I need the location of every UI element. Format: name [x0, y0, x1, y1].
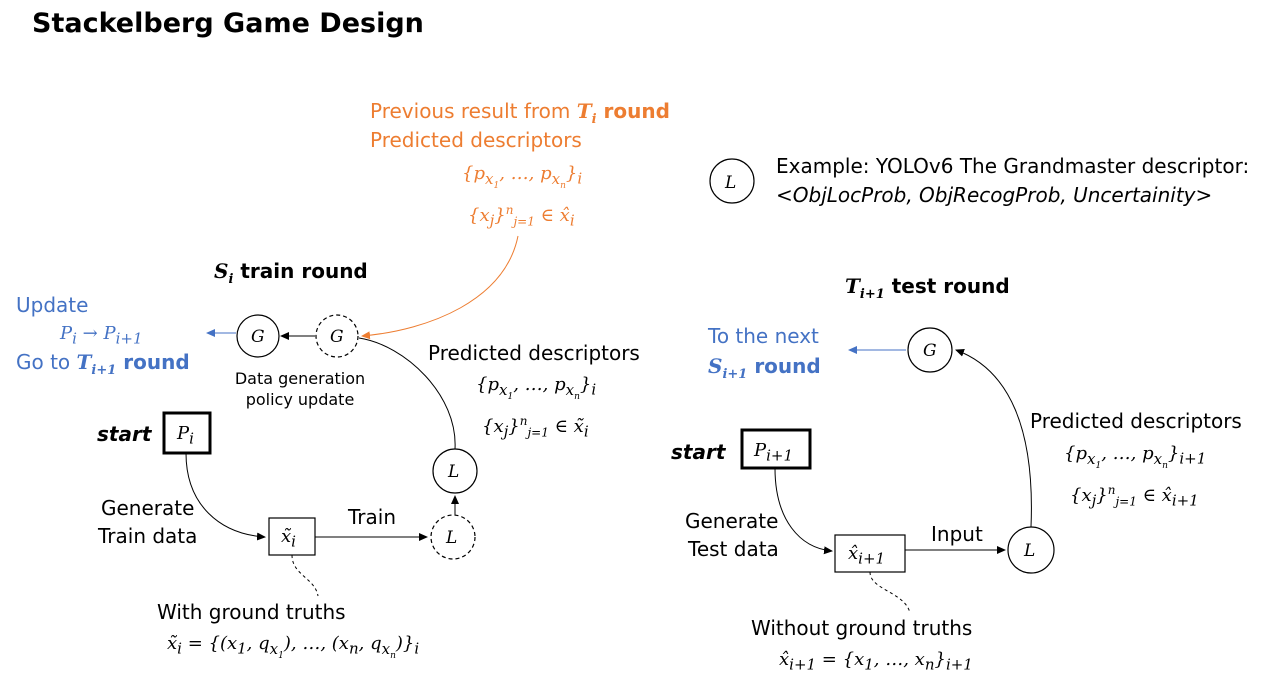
arrow-l-to-g-test [955, 349, 1032, 528]
previous-sample-set: {xj}nj=1 ∈ x̂i [468, 203, 575, 230]
train-data-label: Train data [98, 524, 198, 548]
test-x-box-label: x̂i+1 [848, 543, 886, 568]
test-ground-truth-pointer [869, 571, 911, 614]
test-g-node-label: G [923, 341, 937, 361]
train-ground-truth-formula: x̃i = {(x1, qx1), …, (xn, qxn)}i [167, 633, 420, 661]
train-generate-label: Generate [101, 496, 195, 520]
train-x-box-label: x̃i [281, 526, 296, 551]
test-ground-truth-label: Without ground truths [751, 616, 973, 640]
test-predicted-descriptors-label: Predicted descriptors [1030, 409, 1242, 433]
test-data-label: Test data [688, 537, 779, 561]
train-ground-truth-pointer [291, 554, 319, 597]
next-round-label: To the next [708, 324, 819, 348]
test-l-node-label: L [1024, 541, 1036, 561]
goto-test-round: Go to Ti+1 round [16, 350, 190, 378]
train-g-node-label: G [251, 327, 265, 347]
train-start-label: start [97, 422, 152, 446]
stackelberg-diagram: Stackelberg Game Design Previous result … [0, 0, 1281, 677]
legend-descriptor-tuple: <ObjLocProb, ObjRecogProb, Uncertainity> [776, 183, 1213, 207]
previous-descriptor-set: {px1, …, pxn}i [462, 163, 583, 191]
train-edge-label: Train [348, 505, 396, 529]
test-edge-label: Input [931, 522, 983, 546]
update-formula: Pi → Pi+1 [60, 323, 143, 348]
train-ground-truth-label: With ground truths [157, 600, 346, 624]
train-g-dashed-node-label: G [330, 327, 344, 347]
test-round-heading: Ti+1 test round [845, 274, 1010, 302]
legend-l-node-label: L [725, 173, 737, 193]
update-label: Update [16, 293, 89, 317]
test-p-box-label: Pi+1 [754, 440, 794, 465]
train-predicted-sample-set: {xj}nj=1 ∈ x̃i [482, 414, 589, 441]
train-l-dashed-node-label: L [446, 528, 458, 548]
test-generate-label: Generate [685, 509, 779, 533]
train-l-node-label: L [448, 462, 460, 482]
previous-result-subheading: Predicted descriptors [370, 128, 582, 152]
legend-example-text: Example: YOLOv6 The Grandmaster descript… [776, 154, 1250, 178]
arrow-previous-result [361, 235, 519, 340]
train-p-box-label: Pi [177, 423, 194, 448]
train-round-heading: Si train round [214, 259, 368, 287]
train-predicted-descriptors-label: Predicted descriptors [428, 341, 640, 365]
train-predicted-descriptor-set: {px1, …, pxn}i [476, 374, 597, 402]
arrow-p-to-x-train [185, 452, 266, 541]
arrow-p-to-x-test [774, 467, 833, 555]
policy-update-label: Data generation policy update [234, 369, 366, 409]
test-ground-truth-formula: x̂i+1 = {x1, …, xn}i+1 [779, 649, 973, 674]
test-start-label: start [671, 440, 726, 464]
test-predicted-descriptor-set: {px1, …, pxn}i+1 [1064, 443, 1207, 471]
next-train-round: Si+1 round [708, 354, 821, 382]
test-predicted-sample-set: {xj}nj=1 ∈ x̂i+1 [1070, 483, 1199, 510]
page-title: Stackelberg Game Design [32, 8, 424, 39]
